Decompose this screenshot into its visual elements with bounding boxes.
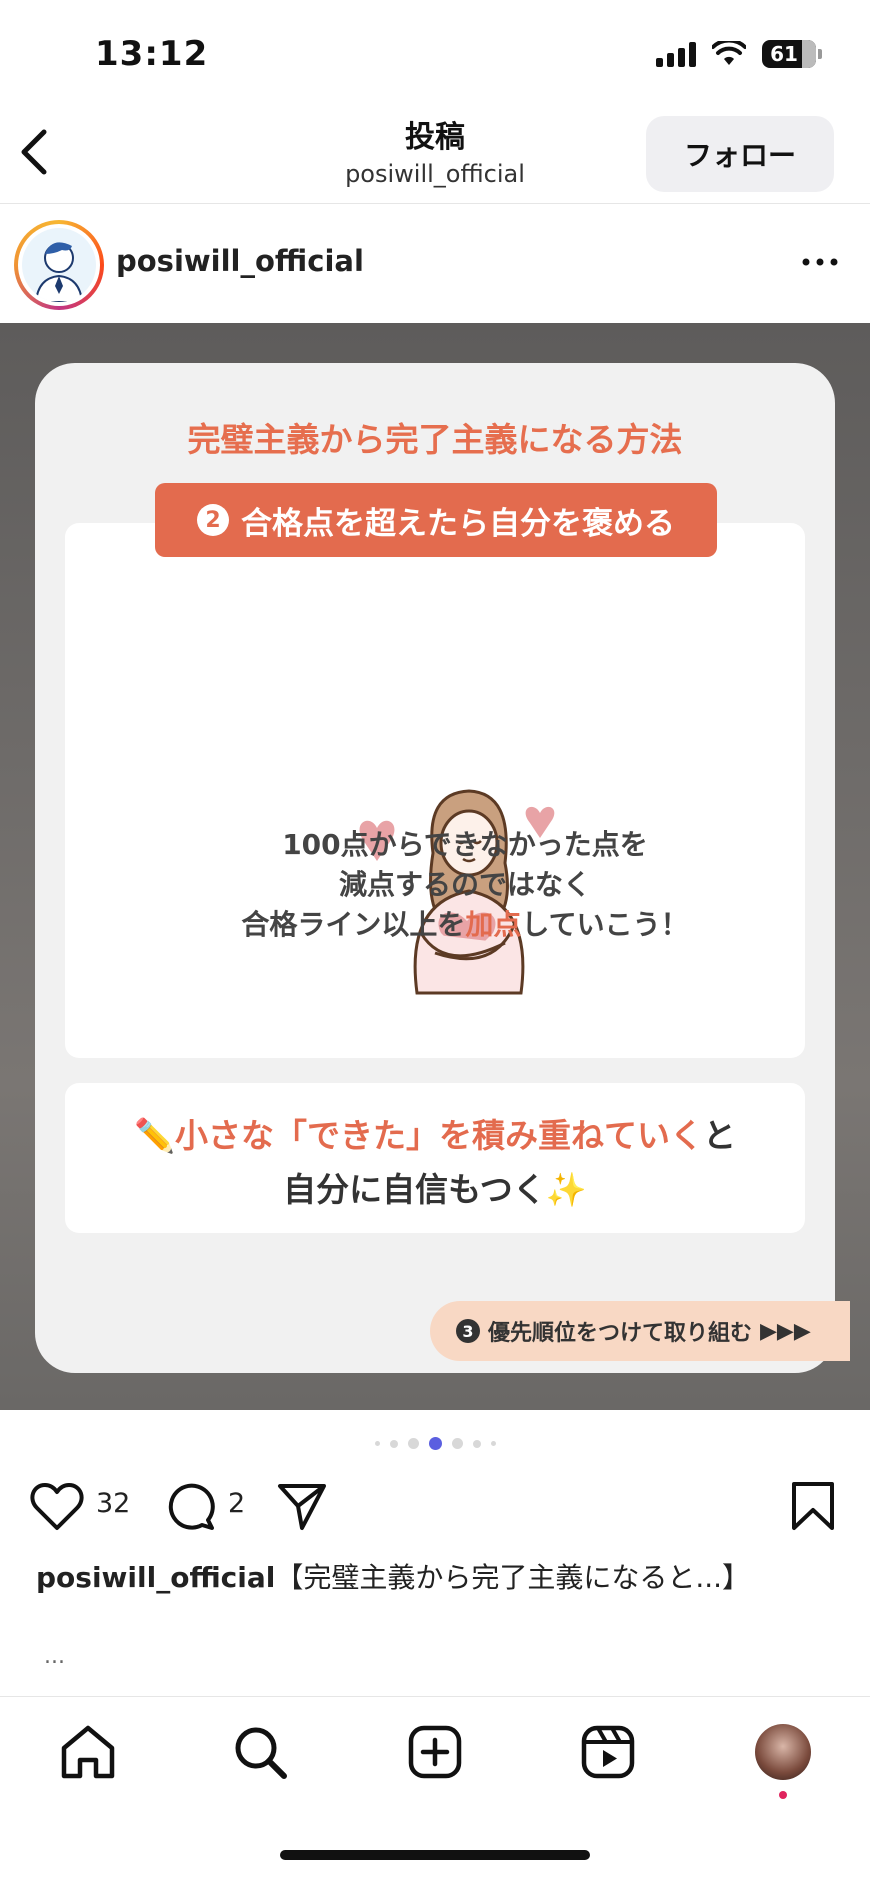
carousel-dot [472, 1439, 481, 1448]
next-step-pill: 3 優先順位をつけて取り組む ▶▶▶ [430, 1301, 850, 1361]
notification-dot [779, 1791, 787, 1799]
more-options-icon[interactable] [800, 252, 840, 272]
carousel-dot-active [428, 1437, 442, 1450]
comment-icon[interactable] [164, 1480, 216, 1532]
carousel-dot [451, 1438, 463, 1449]
follow-button[interactable]: フォロー [646, 116, 834, 192]
desc-highlight: 加点 [465, 908, 522, 941]
status-time: 13:12 [95, 34, 209, 74]
tip-line-1: ✏️小さな「できた」を積み重ねていくと [133, 1116, 737, 1155]
carousel-dot [374, 1441, 380, 1446]
post-caption[interactable]: posiwill_official【完璧主義から完了主義になると...】 [36, 1556, 750, 1596]
like-heart-icon[interactable] [30, 1482, 84, 1532]
step-pill: 2 合格点を超えたら自分を褒める [155, 483, 717, 557]
slide-title: 完璧主義から完了主義になる方法 [187, 420, 683, 459]
caption-username[interactable]: posiwill_official [36, 1561, 275, 1594]
wifi-icon [712, 41, 746, 65]
create-icon[interactable] [405, 1722, 465, 1782]
next-step-label: 優先順位をつけて取り組む [488, 1321, 753, 1346]
header-divider [0, 203, 870, 204]
home-icon[interactable] [58, 1722, 118, 1782]
reels-icon[interactable] [578, 1722, 638, 1782]
post-avatar[interactable] [14, 220, 104, 310]
home-indicator[interactable] [280, 1850, 590, 1860]
sparkle-icon: ✨ [545, 1170, 587, 1209]
cellular-signal-icon [656, 41, 696, 67]
avatar-illustration [34, 242, 84, 302]
desc-line-2: 減点するのではなく [338, 868, 591, 901]
battery-level: 61 [770, 42, 798, 66]
next-step-number: 3 [456, 1319, 480, 1343]
bookmark-icon[interactable] [790, 1480, 836, 1532]
like-count[interactable]: 32 [96, 1488, 130, 1519]
slide-main-box: 100点からできなかった点を 減点するのではなく 合格ライン以上を加点していこう… [65, 523, 805, 1058]
profile-avatar[interactable] [755, 1724, 811, 1780]
step-label: 合格点を超えたら自分を褒める [241, 505, 675, 542]
post-username[interactable]: posiwill_official [116, 244, 364, 278]
tabbar-divider [0, 1696, 870, 1697]
next-arrows-icon: ▶▶▶ [760, 1318, 811, 1344]
pencil-icon: ✏️ [133, 1116, 176, 1155]
carousel-dot [407, 1438, 419, 1449]
desc-line-3: 合格ライン以上を加点していこう！ [241, 908, 689, 941]
tip-box: ✏️小さな「できた」を積み重ねていくと 自分に自信もつく✨ [65, 1083, 805, 1233]
carousel-indicator [0, 1437, 870, 1450]
caption-text: 【完璧主義から完了主義になると...】 [275, 1561, 751, 1594]
caption-more[interactable]: ... [44, 1644, 65, 1669]
carousel-dot [389, 1439, 398, 1448]
carousel-dot [490, 1441, 496, 1446]
share-icon[interactable] [276, 1480, 328, 1532]
slide-card: 完璧主義から完了主義になる方法 100点からできなかった点を 減点するのではなく… [35, 363, 850, 1373]
battery-icon: 61 [762, 40, 816, 68]
step-number: 2 [197, 504, 229, 536]
comment-count[interactable]: 2 [228, 1488, 245, 1519]
post-media[interactable]: 完璧主義から完了主義になる方法 100点からできなかった点を 減点するのではなく… [0, 323, 870, 1410]
status-icons: 61 [656, 40, 822, 68]
desc-line-1: 100点からできなかった点を [282, 828, 648, 861]
search-icon[interactable] [230, 1722, 290, 1782]
tip-line-2: 自分に自信もつく✨ [283, 1170, 587, 1209]
